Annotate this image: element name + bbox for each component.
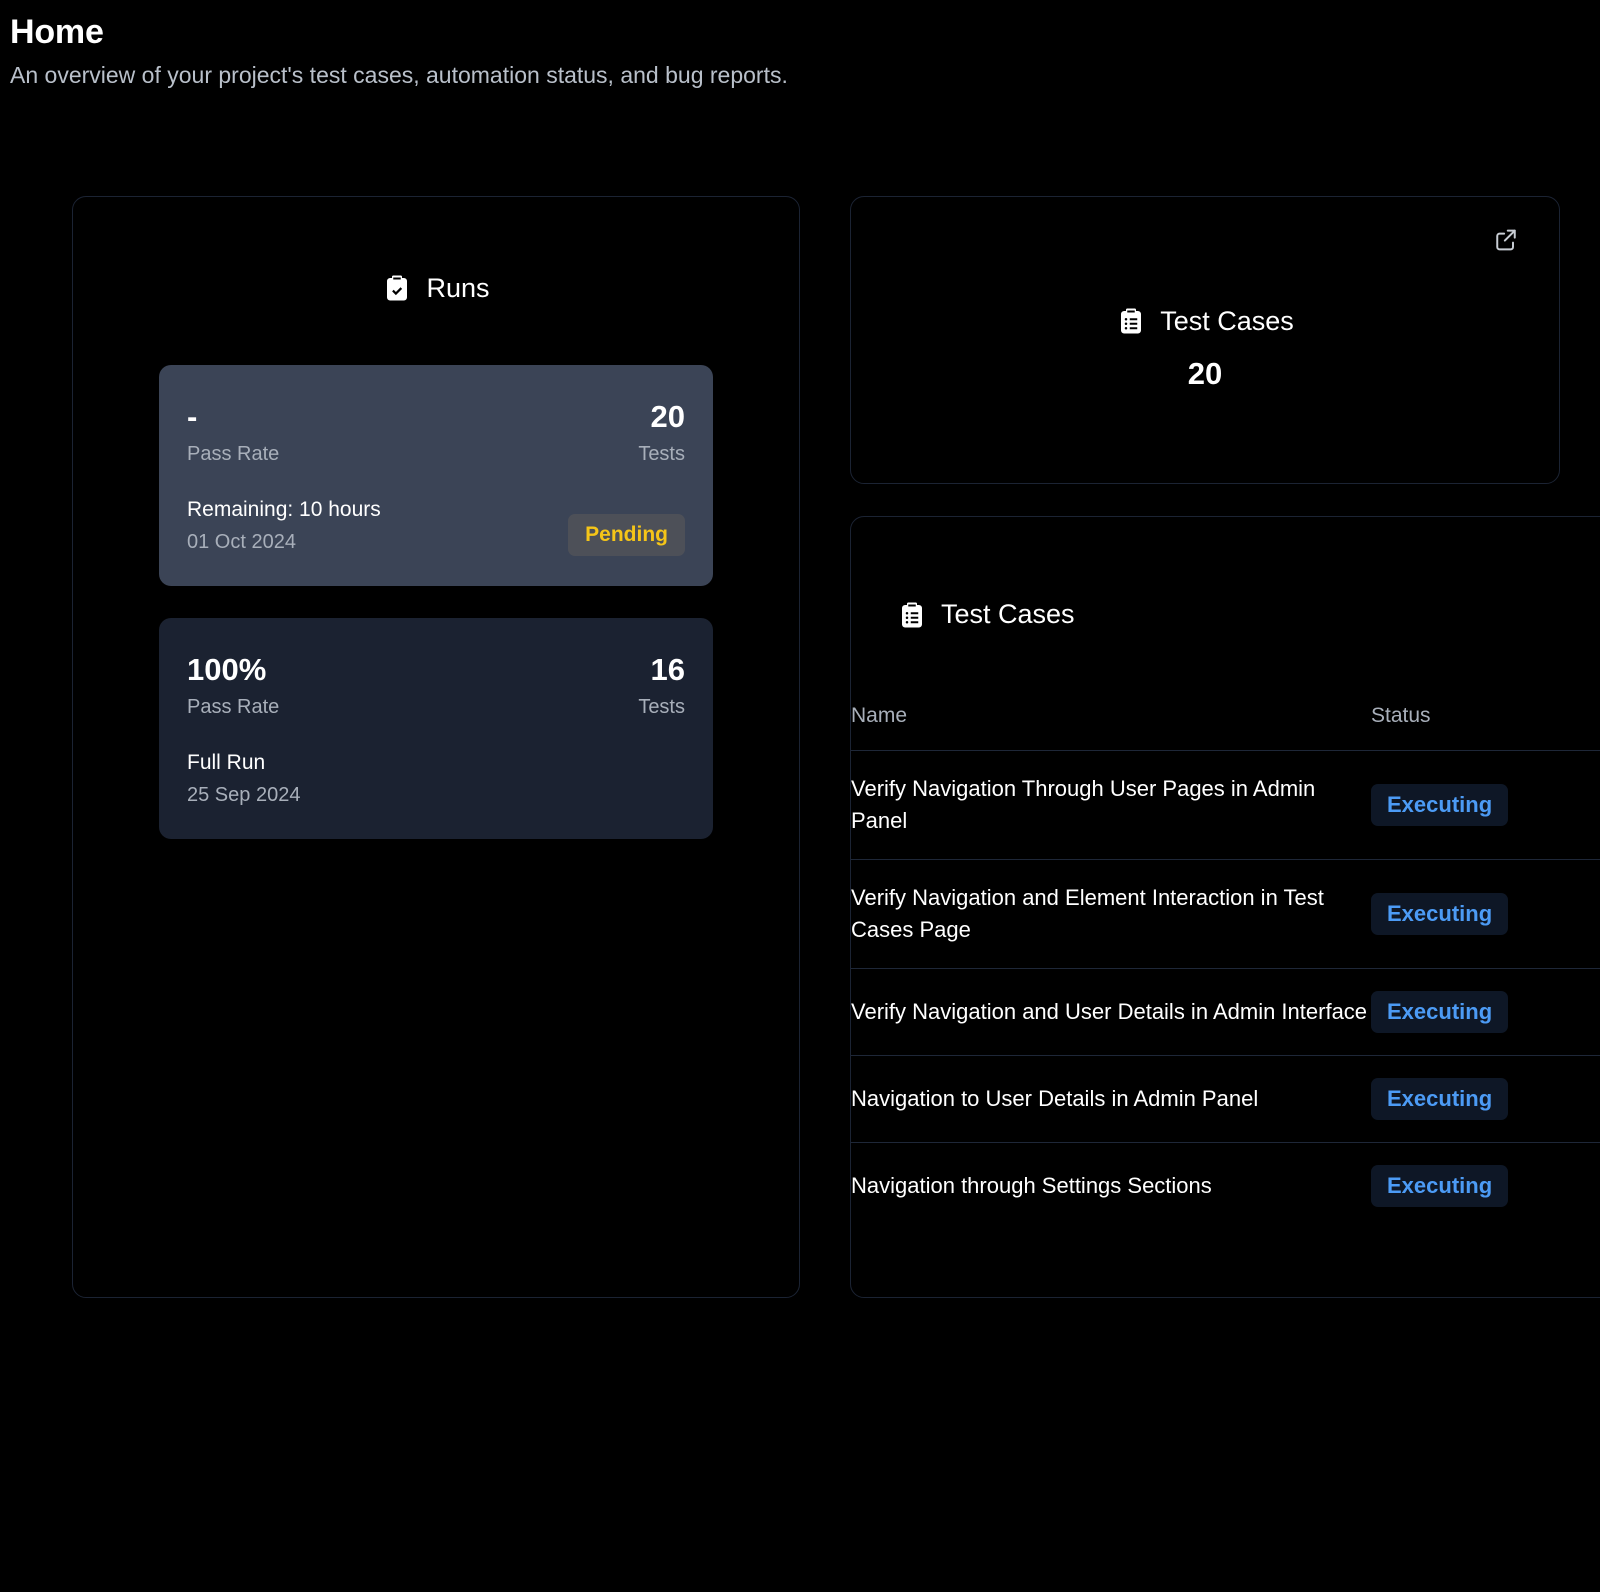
run-pass-rate-value: 100% (187, 652, 267, 687)
run-tests-value: 16 (650, 652, 685, 687)
run-card-metrics: - Pass Rate 20 Tests (187, 399, 685, 467)
summary-heading: Test Cases (1116, 306, 1294, 337)
run-meta: Full Run 25 Sep 2024 (187, 748, 300, 809)
page-header: Home An overview of your project's test … (0, 0, 1600, 92)
run-card-metrics: 100% Pass Rate 16 Tests (187, 652, 685, 720)
run-pass-rate-metric: 100% Pass Rate (187, 652, 279, 720)
summary-body: Test Cases 20 (851, 197, 1559, 483)
status-badge: Executing (1371, 1165, 1509, 1207)
test-case-name: Navigation to User Details in Admin Pane… (851, 1055, 1371, 1143)
clipboard-list-icon (897, 600, 927, 630)
summary-heading-label: Test Cases (1160, 305, 1294, 336)
test-case-name: Verify Navigation and User Details in Ad… (851, 968, 1371, 1056)
run-tests-metric: 16 Tests (638, 652, 685, 720)
status-badge: Executing (1371, 991, 1509, 1033)
right-column: Test Cases 20 Test Cases Name Status Ver… (850, 196, 1600, 1298)
status-badge: Executing (1371, 1078, 1509, 1120)
test-case-status-cell: Executing (1371, 750, 1600, 860)
run-card[interactable]: - Pass Rate 20 Tests Remaining: 10 hours… (159, 365, 713, 586)
page-title: Home (10, 13, 104, 51)
test-case-status-cell: Executing (1371, 859, 1600, 969)
run-pass-rate-label: Pass Rate (187, 443, 280, 465)
table-body: Verify Navigation Through User Pages in … (851, 750, 1600, 1229)
table-row[interactable]: Navigation to User Details in Admin Pane… (851, 1055, 1600, 1143)
run-meta: Remaining: 10 hours 01 Oct 2024 (187, 495, 381, 556)
test-case-name: Verify Navigation and Element Interactio… (851, 859, 1371, 969)
run-card-footer: Full Run 25 Sep 2024 (187, 748, 685, 809)
external-link-icon[interactable] (1489, 223, 1523, 257)
test-cases-table: Name Status Verify Navigation Through Us… (851, 702, 1600, 1229)
run-list: - Pass Rate 20 Tests Remaining: 10 hours… (73, 365, 799, 839)
run-tests-label: Tests (638, 696, 685, 718)
run-tests-value: 20 (650, 399, 685, 434)
page-subtitle: An overview of your project's test cases… (10, 62, 788, 88)
table-row[interactable]: Verify Navigation Through User Pages in … (851, 750, 1600, 860)
runs-panel: Runs - Pass Rate 20 Tests Remaining: 10 … (72, 196, 800, 1298)
test-cases-table-panel: Test Cases Name Status Verify Navigation… (850, 516, 1600, 1298)
status-badge: Executing (1371, 784, 1509, 826)
table-panel-heading-label: Test Cases (941, 599, 1075, 629)
table-row[interactable]: Verify Navigation and Element Interactio… (851, 859, 1600, 969)
table-header: Name Status (851, 702, 1600, 751)
test-case-name: Navigation through Settings Sections (851, 1142, 1371, 1229)
runs-panel-heading-label: Runs (426, 273, 490, 303)
test-case-status-cell: Executing (1371, 1142, 1600, 1229)
column-header-status[interactable]: Status (1371, 702, 1600, 751)
table-row[interactable]: Navigation through Settings Sections Exe… (851, 1142, 1600, 1229)
table-header-row: Name Status (851, 702, 1600, 751)
table-panel-heading: Test Cases (897, 599, 1600, 630)
test-case-status-cell: Executing (1371, 968, 1600, 1056)
test-cases-count: 20 (1187, 355, 1223, 391)
run-date: 01 Oct 2024 (187, 531, 296, 553)
table-row[interactable]: Verify Navigation and User Details in Ad… (851, 968, 1600, 1056)
run-card[interactable]: 100% Pass Rate 16 Tests Full Run 25 Sep … (159, 618, 713, 839)
test-case-name: Verify Navigation Through User Pages in … (851, 750, 1371, 860)
run-name: Remaining: 10 hours (187, 498, 381, 521)
run-tests-label: Tests (638, 443, 685, 465)
run-card-footer: Remaining: 10 hours 01 Oct 2024 Pending (187, 495, 685, 556)
run-name: Full Run (187, 751, 266, 774)
clipboard-list-icon (1116, 306, 1146, 336)
column-header-name[interactable]: Name (851, 702, 1371, 751)
run-date: 25 Sep 2024 (187, 784, 301, 806)
runs-panel-heading: Runs (73, 273, 799, 303)
run-tests-metric: 20 Tests (638, 399, 685, 467)
test-case-status-cell: Executing (1371, 1055, 1600, 1143)
run-pass-rate-metric: - Pass Rate (187, 399, 279, 467)
status-badge: Executing (1371, 893, 1509, 935)
status-badge: Pending (568, 514, 685, 556)
test-cases-summary-card: Test Cases 20 (850, 196, 1560, 484)
run-pass-rate-value: - (187, 399, 198, 434)
clipboard-check-icon (382, 273, 412, 303)
run-pass-rate-label: Pass Rate (187, 696, 280, 718)
